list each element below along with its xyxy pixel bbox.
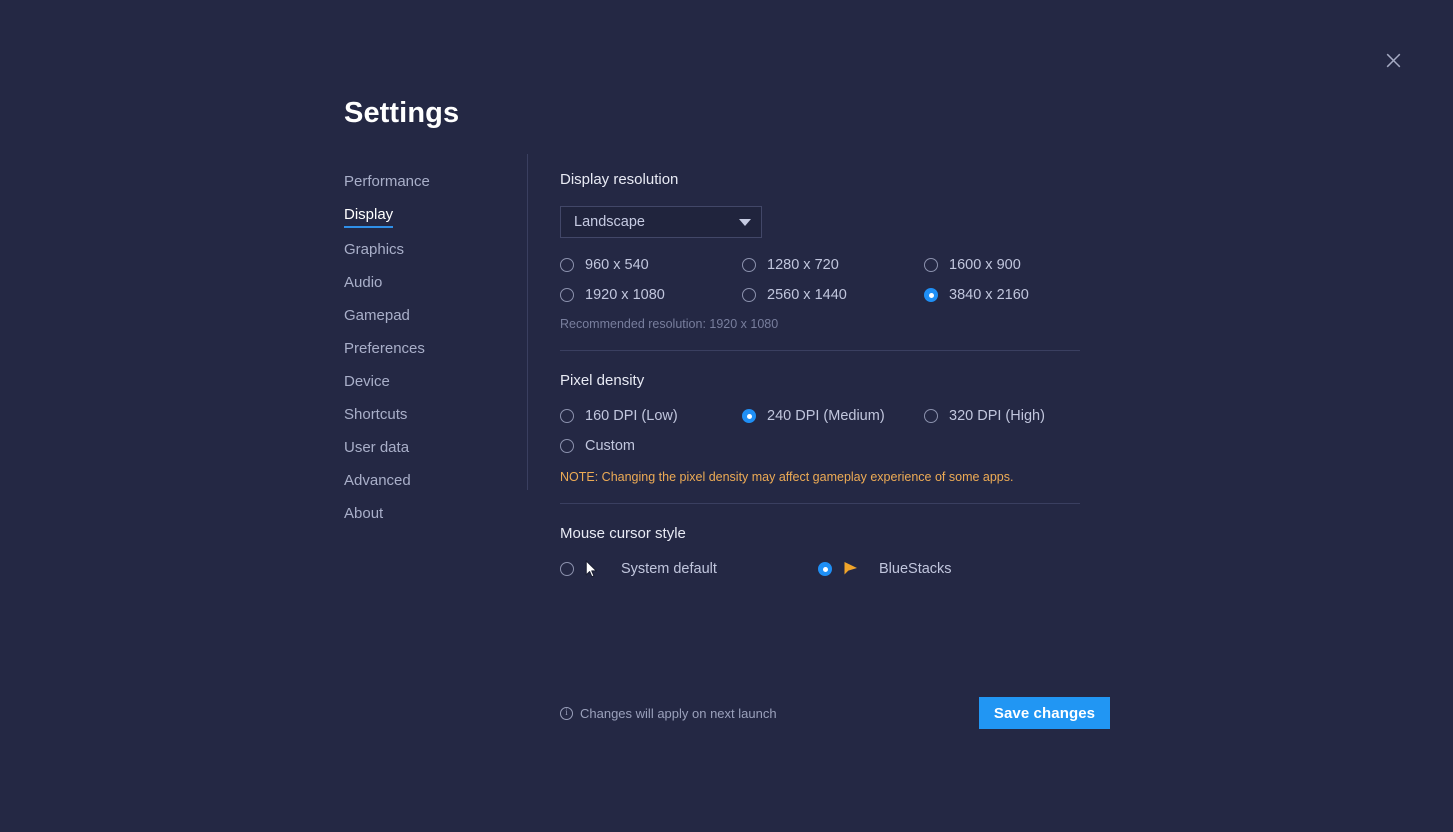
chevron-down-icon (739, 218, 751, 226)
radio-indicator (742, 288, 756, 302)
settings-dialog: Settings Performance Display Graphics Au… (344, 95, 1144, 578)
sidebar-item-advanced[interactable]: Advanced (344, 471, 411, 492)
pixel-density-option-320[interactable]: 320 DPI (High) (924, 407, 1106, 425)
bluestacks-cursor-icon (843, 560, 865, 578)
page-title: Settings (344, 97, 460, 129)
apply-on-next-launch-note: Changes will apply on next launch (560, 705, 777, 722)
save-changes-button[interactable]: Save changes (979, 697, 1110, 729)
dialog-footer: Changes will apply on next launch Save c… (560, 697, 1110, 729)
pixel-density-option-label: 160 DPI (Low) (585, 408, 678, 424)
resolution-radio-group: 960 x 540 1280 x 720 1600 x 900 1920 x 1… (560, 256, 1144, 304)
display-resolution-section: Display resolution Landscape 960 x 540 1… (560, 170, 1144, 332)
pixel-density-note: NOTE: Changing the pixel density may aff… (560, 470, 1014, 484)
sidebar-content-divider (527, 154, 528, 490)
cursor-option-system-default[interactable]: System default (560, 560, 818, 578)
resolution-option-1280x720[interactable]: 1280 x 720 (742, 256, 924, 274)
section-divider-1 (560, 350, 1080, 351)
resolution-option-label: 3840 x 2160 (949, 287, 1029, 303)
orientation-dropdown-value: Landscape (574, 214, 645, 230)
resolution-option-label: 1920 x 1080 (585, 287, 665, 303)
pixel-density-option-label: Custom (585, 438, 635, 454)
resolution-option-label: 1600 x 900 (949, 257, 1021, 273)
info-icon (560, 706, 573, 720)
radio-indicator (924, 258, 938, 272)
radio-indicator (560, 258, 574, 272)
apply-on-next-launch-text: Changes will apply on next launch (580, 705, 777, 721)
pixel-density-option-label: 320 DPI (High) (949, 408, 1045, 424)
cursor-option-bluestacks[interactable]: BlueStacks (818, 560, 1076, 578)
pixel-density-option-label: 240 DPI (Medium) (767, 408, 885, 424)
resolution-option-2560x1440[interactable]: 2560 x 1440 (742, 286, 924, 304)
radio-indicator (560, 409, 574, 423)
pixel-density-option-240[interactable]: 240 DPI (Medium) (742, 407, 924, 425)
sidebar-item-performance[interactable]: Performance (344, 172, 430, 193)
settings-body: Performance Display Graphics Audio Gamep… (344, 154, 1144, 578)
recommended-resolution-hint: Recommended resolution: 1920 x 1080 (560, 317, 779, 331)
radio-indicator (560, 439, 574, 453)
sidebar-item-preferences[interactable]: Preferences (344, 339, 425, 360)
sidebar-item-audio[interactable]: Audio (344, 273, 382, 294)
sidebar-item-display[interactable]: Display (344, 205, 394, 228)
cursor-option-label: BlueStacks (879, 561, 952, 577)
display-resolution-title: Display resolution (560, 171, 679, 188)
settings-sidebar: Performance Display Graphics Audio Gamep… (344, 170, 527, 578)
pixel-density-option-160[interactable]: 160 DPI (Low) (560, 407, 742, 425)
radio-indicator (924, 288, 938, 302)
radio-indicator (560, 562, 574, 576)
radio-indicator (818, 562, 832, 576)
pixel-density-option-custom[interactable]: Custom (560, 437, 742, 455)
sidebar-item-shortcuts[interactable]: Shortcuts (344, 405, 407, 426)
mouse-cursor-radio-group: System default BlueStacks (560, 560, 1144, 578)
pixel-density-title: Pixel density (560, 372, 645, 389)
pixel-density-radio-group: 160 DPI (Low) 240 DPI (Medium) 320 DPI (… (560, 407, 1144, 455)
radio-indicator (742, 409, 756, 423)
resolution-option-1600x900[interactable]: 1600 x 900 (924, 256, 1106, 274)
cursor-option-label: System default (621, 561, 717, 577)
close-icon (1386, 53, 1401, 68)
close-dialog-button[interactable] (1380, 47, 1406, 73)
sidebar-item-gamepad[interactable]: Gamepad (344, 306, 410, 327)
radio-indicator (742, 258, 756, 272)
sidebar-item-user-data[interactable]: User data (344, 438, 409, 459)
resolution-option-3840x2160[interactable]: 3840 x 2160 (924, 286, 1106, 304)
settings-content: Display resolution Landscape 960 x 540 1… (527, 170, 1144, 578)
resolution-option-label: 960 x 540 (585, 257, 649, 273)
section-divider-2 (560, 503, 1080, 504)
sidebar-item-graphics[interactable]: Graphics (344, 240, 404, 261)
resolution-option-960x540[interactable]: 960 x 540 (560, 256, 742, 274)
pixel-density-section: Pixel density 160 DPI (Low) 240 DPI (Med… (560, 371, 1144, 485)
system-cursor-icon (585, 560, 607, 578)
mouse-cursor-style-title: Mouse cursor style (560, 525, 686, 542)
sidebar-item-about[interactable]: About (344, 504, 383, 525)
sidebar-item-device[interactable]: Device (344, 372, 390, 393)
radio-indicator (924, 409, 938, 423)
resolution-option-1920x1080[interactable]: 1920 x 1080 (560, 286, 742, 304)
radio-indicator (560, 288, 574, 302)
orientation-dropdown[interactable]: Landscape (560, 206, 762, 238)
resolution-option-label: 2560 x 1440 (767, 287, 847, 303)
mouse-cursor-style-section: Mouse cursor style System default BlueSt… (560, 524, 1144, 578)
resolution-option-label: 1280 x 720 (767, 257, 839, 273)
